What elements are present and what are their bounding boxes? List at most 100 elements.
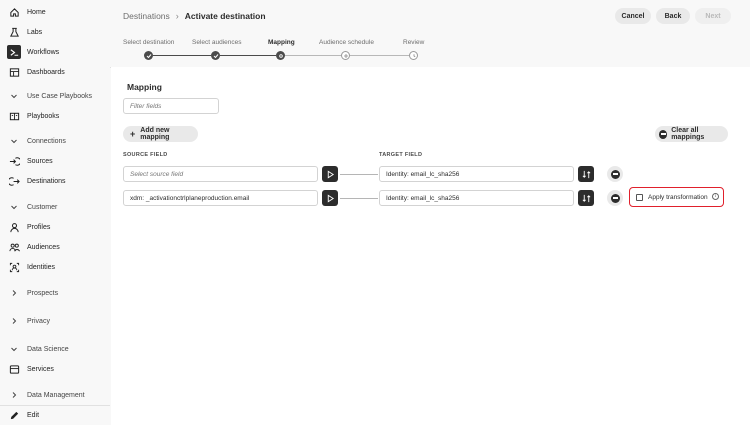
section-label: Prospects bbox=[27, 289, 59, 297]
apply-transformation-label: Apply transformation bbox=[648, 193, 708, 201]
section-connections[interactable]: Connections bbox=[0, 133, 110, 149]
select-source-field-button[interactable] bbox=[322, 190, 338, 206]
source-field-input[interactable]: xdm: _activationctrlplaneproduction.emai… bbox=[123, 190, 318, 206]
section-prospects[interactable]: Prospects bbox=[0, 285, 110, 301]
sidebar-item-label: Home bbox=[27, 8, 46, 16]
step-label: Audience schedule bbox=[319, 39, 374, 46]
flask-icon bbox=[7, 25, 21, 39]
step-connector bbox=[350, 55, 409, 56]
step-future-clock-icon bbox=[409, 51, 418, 60]
source-field-input[interactable]: Select source field bbox=[123, 166, 318, 182]
remove-circle-icon bbox=[610, 193, 620, 203]
users-icon bbox=[7, 240, 21, 254]
remove-circle-icon bbox=[659, 129, 668, 139]
sidebar-edit[interactable]: Edit bbox=[0, 406, 110, 424]
sidebar-item-labs[interactable]: Labs bbox=[0, 23, 110, 41]
cursor-icon bbox=[327, 170, 334, 178]
sidebar-item-profiles[interactable]: Profiles bbox=[0, 218, 110, 236]
clear-all-mappings-label: Clear all mappings bbox=[671, 127, 705, 141]
chevron-down-icon bbox=[7, 137, 21, 145]
section-data-management[interactable]: Data Management bbox=[0, 387, 110, 403]
apply-transformation-checkbox[interactable] bbox=[636, 193, 643, 201]
chevron-right-icon bbox=[7, 317, 21, 325]
cursor-icon bbox=[327, 194, 334, 202]
sidebar-item-audiences[interactable]: Audiences bbox=[0, 238, 110, 256]
playbook-icon bbox=[7, 109, 21, 123]
sidebar: Home Labs Workflows Dashboards Use Case … bbox=[0, 0, 110, 425]
sidebar-item-label: Dashboards bbox=[27, 68, 65, 76]
home-icon bbox=[7, 5, 21, 19]
filter-fields-input[interactable] bbox=[123, 98, 219, 114]
target-field-input[interactable]: Identity: email_lc_sha256 bbox=[379, 166, 574, 182]
sidebar-item-label: Sources bbox=[27, 157, 53, 165]
cancel-button[interactable]: Cancel bbox=[615, 8, 651, 24]
select-target-field-button[interactable] bbox=[578, 166, 594, 182]
clear-all-mappings-button[interactable]: Clear all mappings bbox=[655, 126, 728, 142]
sidebar-item-workflows[interactable]: Workflows bbox=[0, 43, 110, 61]
chevron-down-icon bbox=[7, 92, 21, 100]
section-data-science[interactable]: Data Science bbox=[0, 341, 110, 357]
breadcrumb-separator-icon: › bbox=[175, 11, 179, 21]
sidebar-item-label: Labs bbox=[27, 28, 43, 36]
breadcrumb: Destinations › Activate destination bbox=[123, 11, 266, 21]
sidebar-item-dashboards[interactable]: Dashboards bbox=[0, 63, 110, 81]
back-button[interactable]: Back bbox=[656, 8, 690, 24]
next-button[interactable]: Next bbox=[695, 8, 731, 24]
identity-icon bbox=[7, 260, 21, 274]
page-title: Activate destination bbox=[184, 11, 266, 21]
mapping-panel bbox=[111, 67, 750, 425]
section-label: Customer bbox=[27, 203, 58, 211]
chevron-right-icon bbox=[7, 289, 21, 297]
pencil-icon bbox=[7, 408, 21, 422]
step-label: Select destination bbox=[123, 39, 175, 46]
select-target-field-button[interactable] bbox=[578, 190, 594, 206]
step-current-icon bbox=[276, 51, 285, 60]
user-icon bbox=[7, 220, 21, 234]
step-done-check-icon bbox=[211, 51, 220, 60]
add-new-mapping-button[interactable]: + Add new mapping bbox=[123, 126, 198, 142]
sources-icon bbox=[7, 154, 21, 168]
section-label: Privacy bbox=[27, 317, 50, 325]
step-label: Review bbox=[403, 39, 425, 46]
swap-icon bbox=[582, 170, 590, 178]
step-label: Mapping bbox=[268, 39, 295, 46]
section-label: Connections bbox=[27, 137, 66, 145]
sidebar-item-label: Destinations bbox=[27, 177, 66, 185]
target-field-input[interactable]: Identity: email_lc_sha256 bbox=[379, 190, 574, 206]
sidebar-item-sources[interactable]: Sources bbox=[0, 152, 110, 170]
sidebar-item-label: Identities bbox=[27, 263, 56, 271]
sidebar-item-playbooks[interactable]: Playbooks bbox=[0, 107, 110, 125]
sidebar-item-identities[interactable]: Identities bbox=[0, 258, 110, 276]
section-title: Mapping bbox=[127, 82, 162, 92]
plus-icon: + bbox=[130, 128, 136, 139]
chevron-down-icon bbox=[7, 345, 21, 353]
breadcrumb-parent[interactable]: Destinations bbox=[123, 11, 170, 21]
sidebar-edit-label: Edit bbox=[27, 411, 40, 419]
sidebar-item-home[interactable]: Home bbox=[0, 3, 110, 21]
sidebar-item-label: Workflows bbox=[27, 48, 60, 56]
step-connector bbox=[285, 55, 341, 56]
info-icon[interactable]: i bbox=[712, 193, 719, 200]
mapping-connector bbox=[340, 174, 378, 175]
sidebar-item-destinations[interactable]: Destinations bbox=[0, 172, 110, 190]
chevron-right-icon bbox=[7, 391, 21, 399]
section-use-case-playbooks[interactable]: Use Case Playbooks bbox=[0, 88, 110, 104]
sidebar-item-services[interactable]: Services bbox=[0, 360, 110, 378]
section-customer[interactable]: Customer bbox=[0, 199, 110, 215]
section-privacy[interactable]: Privacy bbox=[0, 313, 110, 329]
remove-mapping-button[interactable] bbox=[607, 166, 623, 182]
sidebar-item-label: Playbooks bbox=[27, 112, 60, 120]
step-connector bbox=[153, 55, 211, 56]
swap-icon bbox=[582, 194, 590, 202]
source-field-header: SOURCE FIELD bbox=[123, 152, 168, 158]
remove-mapping-button[interactable] bbox=[607, 190, 623, 206]
destinations-icon bbox=[7, 174, 21, 188]
add-new-mapping-label: Add new mapping bbox=[140, 127, 170, 141]
sidebar-item-label: Services bbox=[27, 365, 54, 373]
step-label: Select audiences bbox=[192, 39, 242, 46]
sidebar-item-label: Audiences bbox=[27, 243, 60, 251]
target-field-header: TARGET FIELD bbox=[379, 152, 423, 158]
select-source-field-button[interactable] bbox=[322, 166, 338, 182]
services-icon bbox=[7, 362, 21, 376]
apply-transformation-option[interactable]: Apply transformation i bbox=[629, 187, 724, 207]
